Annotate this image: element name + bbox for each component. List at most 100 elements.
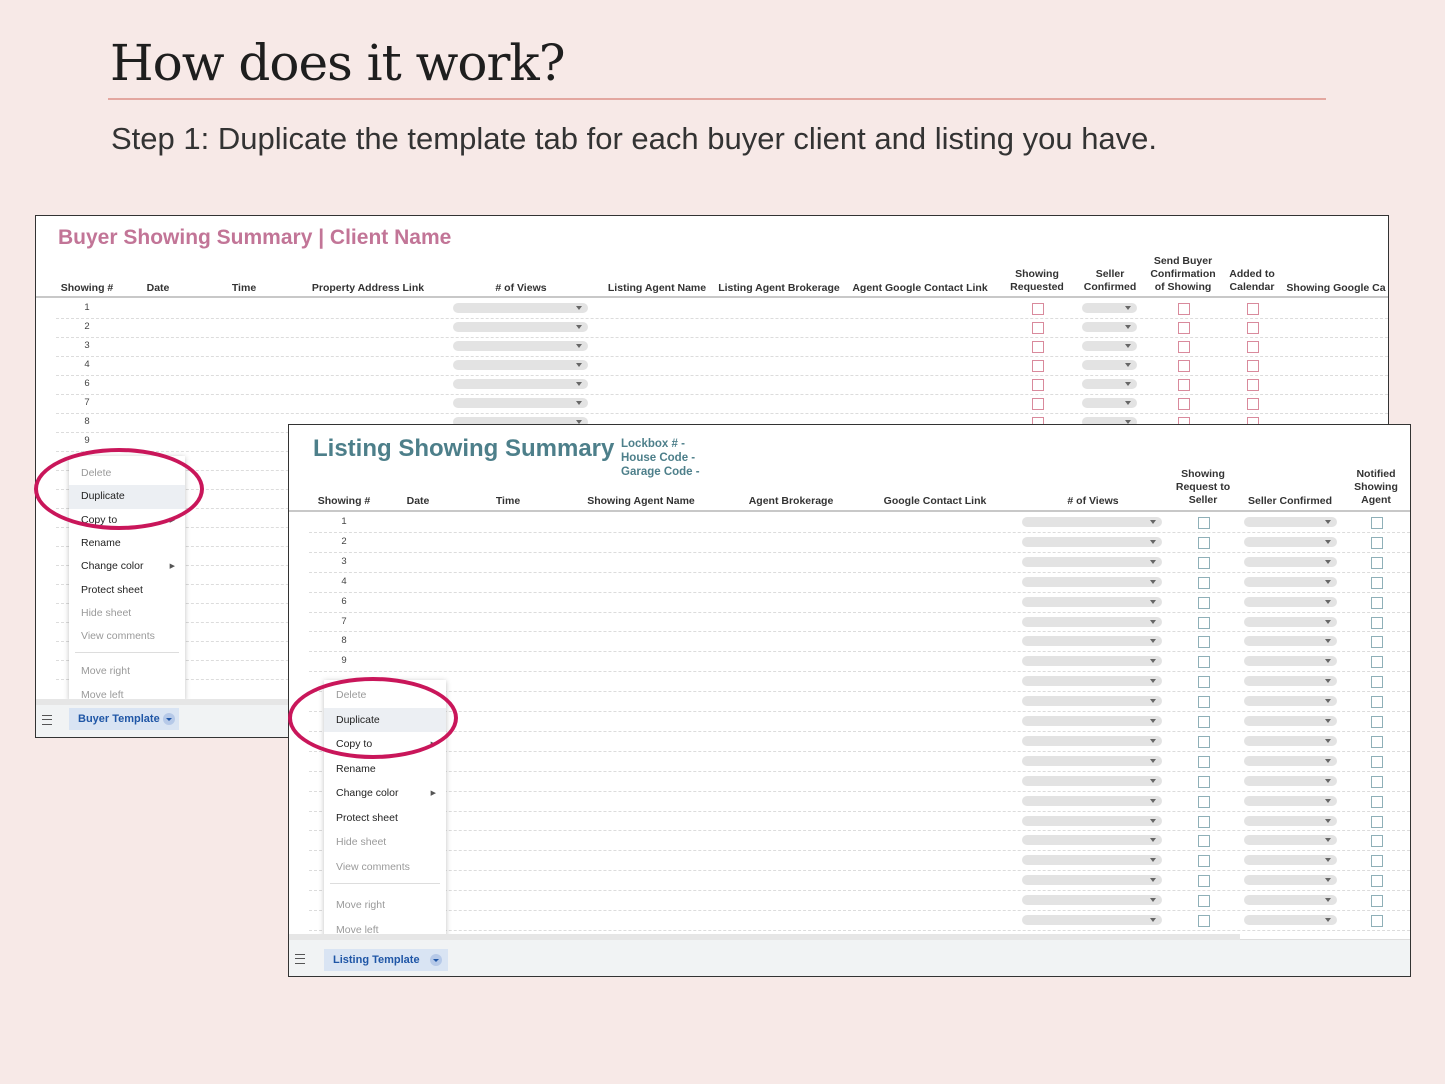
checkbox[interactable]	[1371, 517, 1383, 529]
checkbox[interactable]	[1247, 341, 1259, 353]
checkbox[interactable]	[1198, 576, 1210, 589]
menu-item-change-color[interactable]: Change color ▶	[324, 781, 446, 806]
checkbox[interactable]	[1371, 636, 1383, 649]
dropdown-select[interactable]	[1022, 536, 1162, 547]
checkbox[interactable]	[1178, 360, 1190, 372]
dropdown-select[interactable]	[1244, 915, 1337, 925]
dropdown-select[interactable]	[1022, 855, 1162, 866]
horizontal-scrollbar[interactable]	[289, 934, 1240, 940]
menu-item-protect-sheet[interactable]: Protect sheet	[324, 806, 446, 831]
dropdown-select[interactable]	[1022, 835, 1162, 846]
menu-item-move-right[interactable]: Move right	[69, 660, 185, 683]
checkbox[interactable]	[1371, 755, 1383, 768]
menu-item-move-right[interactable]: Move right	[324, 893, 446, 918]
checkbox[interactable]	[1371, 815, 1383, 828]
dropdown-select[interactable]	[1244, 716, 1337, 726]
dropdown-select[interactable]	[1022, 716, 1162, 726]
checkbox[interactable]	[1247, 303, 1259, 315]
checkbox[interactable]	[1371, 676, 1383, 689]
dropdown-select[interactable]	[453, 303, 588, 313]
dropdown-select[interactable]	[1244, 556, 1337, 567]
dropdown-select[interactable]	[1244, 536, 1337, 547]
all-sheets-menu-icon[interactable]	[295, 954, 305, 964]
dropdown-select[interactable]	[1244, 596, 1337, 607]
checkbox[interactable]	[1371, 895, 1383, 908]
dropdown-select[interactable]	[1022, 676, 1162, 687]
checkbox[interactable]	[1198, 795, 1210, 808]
dropdown-select[interactable]	[1244, 815, 1337, 826]
checkbox[interactable]	[1371, 775, 1383, 788]
menu-item-view-comments[interactable]: View comments	[324, 855, 446, 880]
dropdown-select[interactable]	[1244, 676, 1337, 687]
checkbox[interactable]	[1178, 341, 1190, 353]
checkbox[interactable]	[1032, 360, 1044, 372]
checkbox[interactable]	[1032, 398, 1044, 410]
checkbox[interactable]	[1198, 616, 1210, 629]
dropdown-select[interactable]	[453, 360, 588, 370]
dropdown-select[interactable]	[1022, 696, 1162, 707]
checkbox[interactable]	[1198, 716, 1210, 728]
dropdown-select[interactable]	[1244, 517, 1337, 527]
dropdown-select[interactable]	[1082, 303, 1137, 313]
dropdown-select[interactable]	[1082, 398, 1137, 408]
dropdown-select[interactable]	[1244, 656, 1337, 667]
dropdown-select[interactable]	[1022, 616, 1162, 627]
chevron-down-icon[interactable]	[430, 954, 442, 966]
checkbox[interactable]	[1371, 616, 1383, 629]
dropdown-select[interactable]	[1022, 875, 1162, 886]
dropdown-select[interactable]	[1022, 895, 1162, 906]
checkbox[interactable]	[1178, 303, 1190, 315]
dropdown-select[interactable]	[1022, 755, 1162, 766]
checkbox[interactable]	[1371, 656, 1383, 669]
dropdown-select[interactable]	[453, 322, 588, 332]
sheet-tab-buyer-template[interactable]: Buyer Template	[69, 708, 179, 730]
dropdown-select[interactable]	[1022, 775, 1162, 786]
checkbox[interactable]	[1371, 696, 1383, 709]
dropdown-select[interactable]	[453, 341, 588, 351]
dropdown-select[interactable]	[1022, 735, 1162, 746]
dropdown-select[interactable]	[1244, 775, 1337, 786]
checkbox[interactable]	[1198, 875, 1210, 888]
checkbox[interactable]	[1032, 379, 1044, 391]
dropdown-select[interactable]	[1244, 755, 1337, 766]
dropdown-select[interactable]	[1244, 875, 1337, 886]
checkbox[interactable]	[1198, 895, 1210, 908]
menu-item-hide-sheet[interactable]: Hide sheet	[324, 830, 446, 855]
checkbox[interactable]	[1198, 676, 1210, 689]
checkbox[interactable]	[1198, 735, 1210, 748]
checkbox[interactable]	[1032, 303, 1044, 315]
checkbox[interactable]	[1198, 517, 1210, 529]
dropdown-select[interactable]	[1244, 855, 1337, 866]
checkbox[interactable]	[1198, 775, 1210, 788]
checkbox[interactable]	[1371, 795, 1383, 808]
chevron-down-icon[interactable]	[163, 713, 175, 725]
checkbox[interactable]	[1371, 875, 1383, 888]
checkbox[interactable]	[1371, 915, 1383, 927]
checkbox[interactable]	[1198, 915, 1210, 927]
menu-item-change-color[interactable]: Change color ▶	[69, 555, 185, 578]
dropdown-select[interactable]	[1082, 360, 1137, 370]
dropdown-select[interactable]	[1244, 696, 1337, 707]
dropdown-select[interactable]	[1244, 795, 1337, 806]
dropdown-select[interactable]	[1022, 517, 1162, 527]
dropdown-select[interactable]	[1082, 341, 1137, 351]
checkbox[interactable]	[1178, 322, 1190, 334]
checkbox[interactable]	[1371, 735, 1383, 748]
menu-item-protect-sheet[interactable]: Protect sheet	[69, 579, 185, 602]
dropdown-select[interactable]	[1082, 379, 1137, 389]
checkbox[interactable]	[1371, 835, 1383, 848]
checkbox[interactable]	[1178, 398, 1190, 410]
checkbox[interactable]	[1198, 696, 1210, 709]
dropdown-select[interactable]	[1022, 576, 1162, 587]
checkbox[interactable]	[1198, 596, 1210, 609]
sheet-tab-listing-template[interactable]: Listing Template	[324, 949, 448, 971]
checkbox[interactable]	[1198, 855, 1210, 868]
checkbox[interactable]	[1247, 379, 1259, 391]
dropdown-select[interactable]	[1244, 735, 1337, 746]
checkbox[interactable]	[1198, 755, 1210, 768]
checkbox[interactable]	[1247, 398, 1259, 410]
checkbox[interactable]	[1371, 855, 1383, 868]
dropdown-select[interactable]	[1022, 815, 1162, 826]
dropdown-select[interactable]	[1244, 576, 1337, 587]
dropdown-select[interactable]	[1244, 616, 1337, 627]
